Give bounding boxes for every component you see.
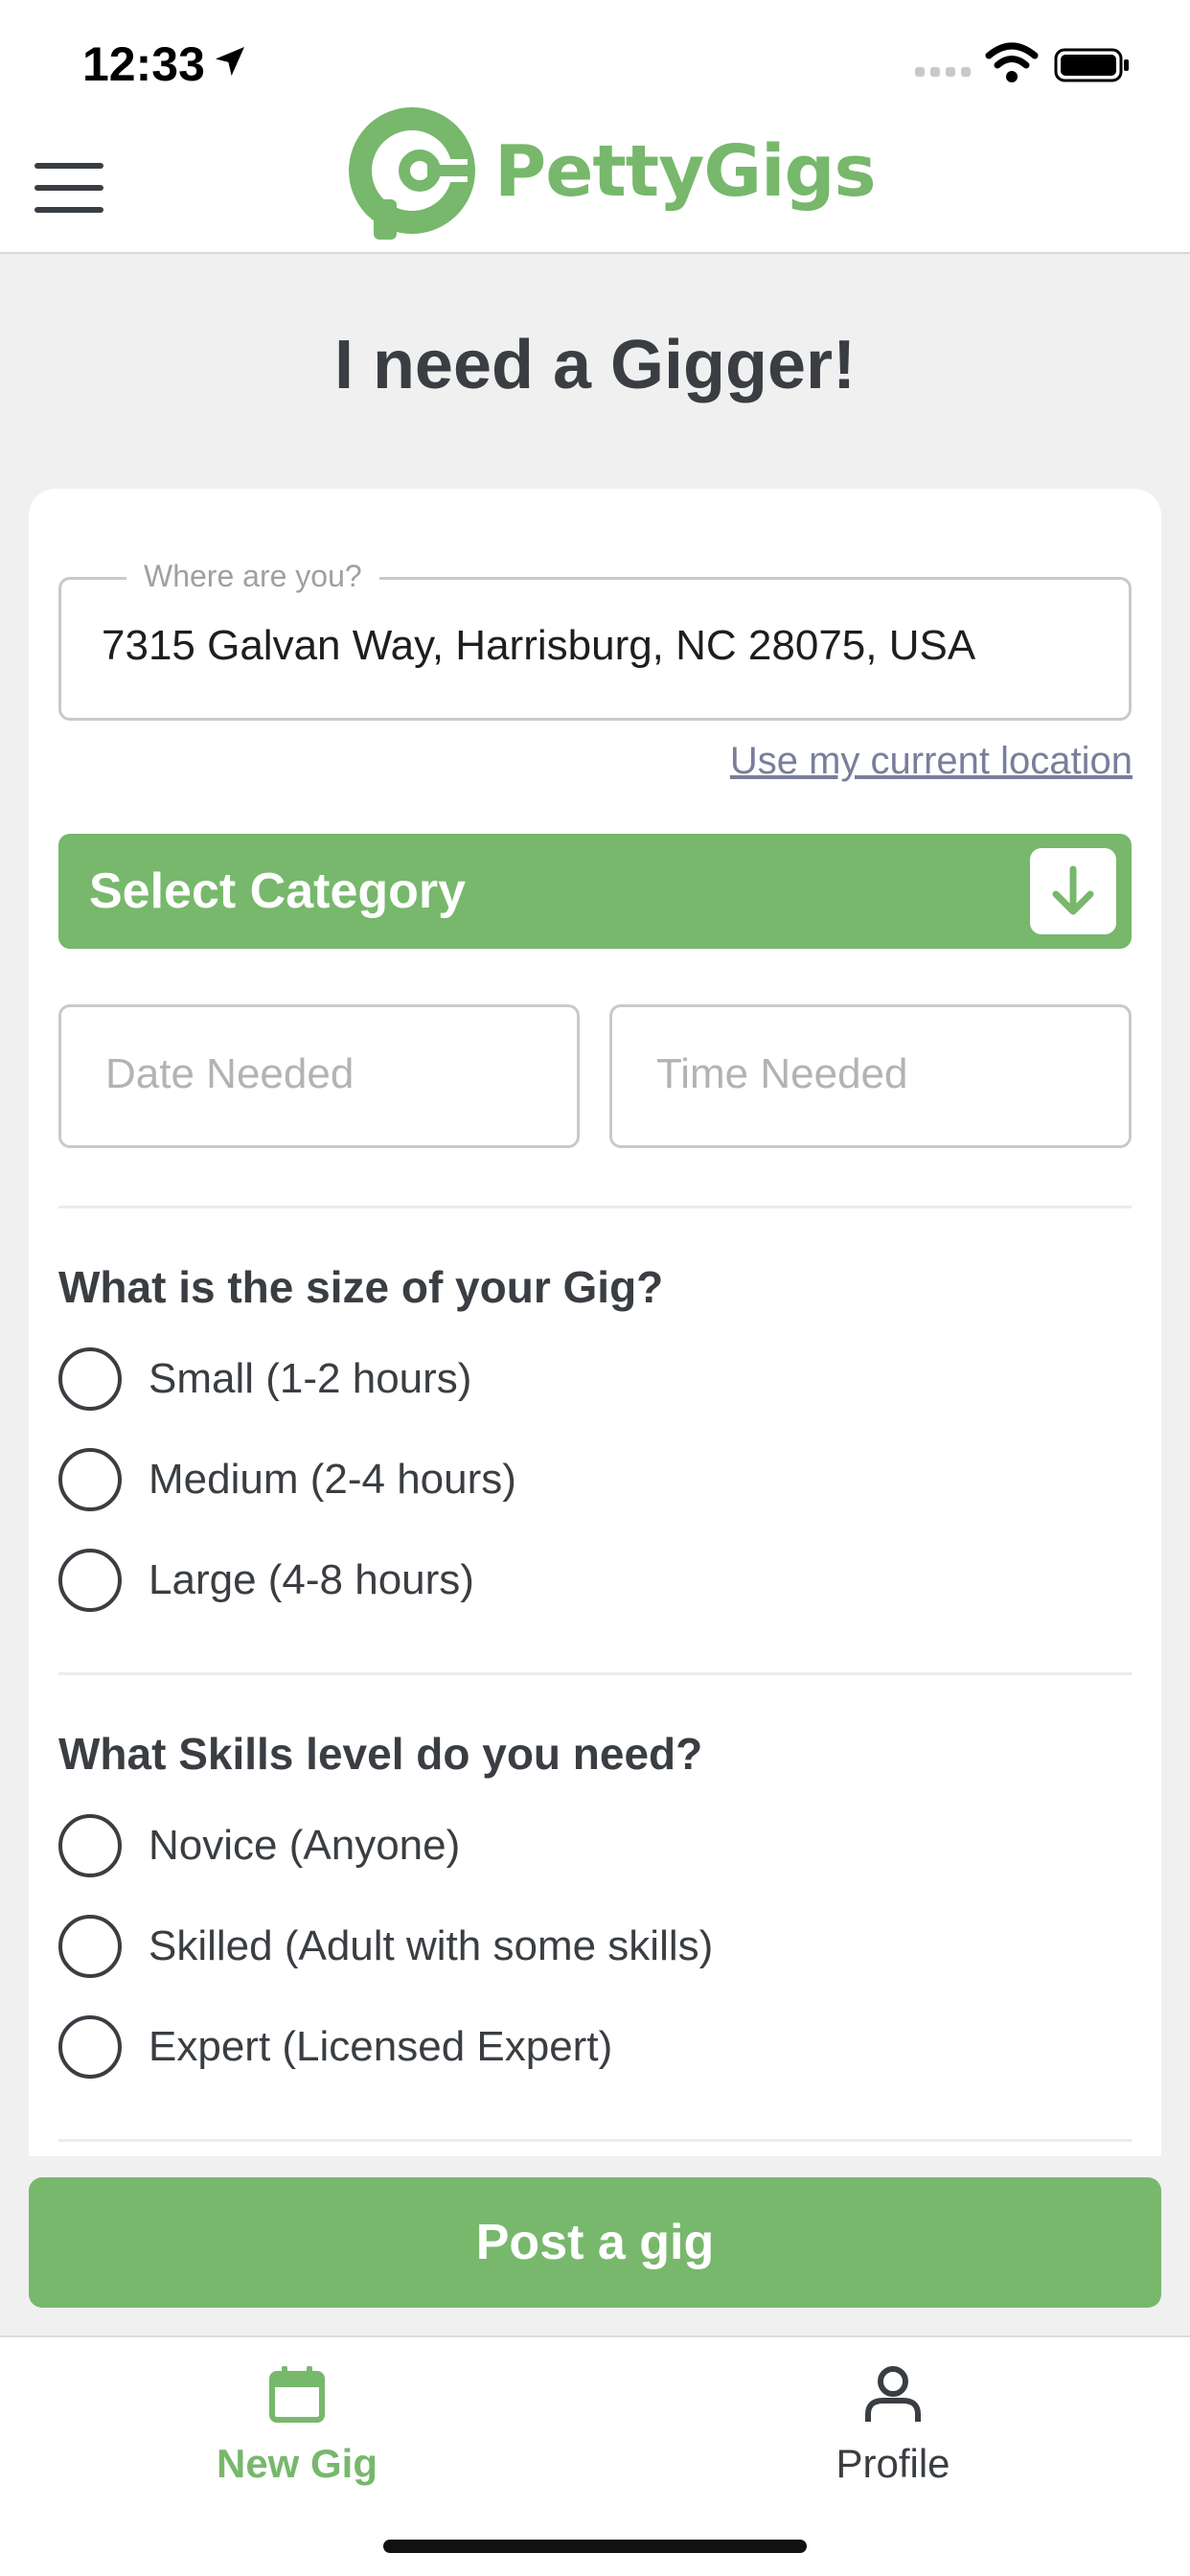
radio-button[interactable] xyxy=(58,2015,122,2079)
radio-label: Large (4-8 hours) xyxy=(149,1556,474,1603)
radio-option-medium[interactable]: Medium (2-4 hours) xyxy=(58,1448,1112,1515)
menu-icon[interactable] xyxy=(34,163,103,213)
location-value: 7315 Galvan Way, Harrisburg, NC 28075, U… xyxy=(102,622,976,669)
pettygigs-logo-icon xyxy=(349,107,475,240)
radio-button[interactable] xyxy=(58,1347,122,1411)
date-needed-field[interactable]: Date Needed xyxy=(58,1004,580,1148)
radio-label: Novice (Anyone) xyxy=(149,1822,461,1869)
select-category-label: Select Category xyxy=(89,863,467,919)
gig-form-card: Where are you? 7315 Galvan Way, Harrisbu… xyxy=(29,489,1161,2156)
time-needed-placeholder: Time Needed xyxy=(656,1050,908,1097)
time-needed-field[interactable]: Time Needed xyxy=(609,1004,1132,1148)
status-time: 12:33 xyxy=(82,37,205,91)
radio-label: Expert (Licensed Expert) xyxy=(149,2023,613,2070)
select-category-button[interactable]: Select Category xyxy=(58,834,1132,949)
tab-new-gig[interactable]: New Gig xyxy=(153,2355,441,2498)
post-gig-button[interactable]: Post a gig xyxy=(29,2177,1161,2308)
radio-option-novice[interactable]: Novice (Anyone) xyxy=(58,1814,1112,1881)
battery-icon xyxy=(1054,48,1129,82)
radio-option-large[interactable]: Large (4-8 hours) xyxy=(58,1549,1112,1616)
divider xyxy=(58,1206,1132,1208)
skills-level-question: What Skills level do you need? xyxy=(58,1729,703,1779)
date-needed-placeholder: Date Needed xyxy=(105,1050,355,1097)
divider xyxy=(58,2139,1132,2142)
location-field[interactable]: Where are you? 7315 Galvan Way, Harrisbu… xyxy=(58,559,1132,721)
status-bar: 12:33 xyxy=(0,0,1190,115)
tab-profile[interactable]: Profile xyxy=(749,2355,1037,2498)
page-title: I need a Gigger! xyxy=(333,327,857,403)
tab-profile-label: Profile xyxy=(835,2441,950,2486)
radio-label: Small (1-2 hours) xyxy=(149,1355,472,1402)
wifi-icon xyxy=(985,42,1039,82)
radio-button[interactable] xyxy=(58,1915,122,1978)
use-current-location-link[interactable]: Use my current location xyxy=(730,740,1133,783)
radio-button[interactable] xyxy=(58,1814,122,1877)
arrow-down-icon xyxy=(1030,848,1116,934)
post-gig-label: Post a gig xyxy=(475,2215,715,2270)
gig-size-question: What is the size of your Gig? xyxy=(58,1262,664,1312)
radio-option-expert[interactable]: Expert (Licensed Expert) xyxy=(58,2015,1112,2082)
person-icon xyxy=(865,2366,921,2422)
home-indicator xyxy=(383,2540,807,2553)
radio-label: Skilled (Adult with some skills) xyxy=(149,1922,714,1969)
radio-option-skilled[interactable]: Skilled (Adult with some skills) xyxy=(58,1915,1112,1982)
location-field-label: Where are you? xyxy=(126,559,379,594)
divider xyxy=(58,1672,1132,1675)
location-arrow-icon xyxy=(216,47,244,76)
calendar-icon xyxy=(269,2366,325,2423)
radio-option-small[interactable]: Small (1-2 hours) xyxy=(58,1347,1112,1414)
radio-button[interactable] xyxy=(58,1448,122,1511)
app-logo: PettyGigs xyxy=(347,107,877,242)
logo-text: PettyGigs xyxy=(494,130,877,213)
tab-new-gig-label: New Gig xyxy=(216,2441,378,2486)
cellular-signal-icon xyxy=(915,67,971,77)
tab-bar: New Gig Profile xyxy=(0,2335,1190,2576)
radio-button[interactable] xyxy=(58,1549,122,1612)
radio-label: Medium (2-4 hours) xyxy=(149,1456,516,1503)
